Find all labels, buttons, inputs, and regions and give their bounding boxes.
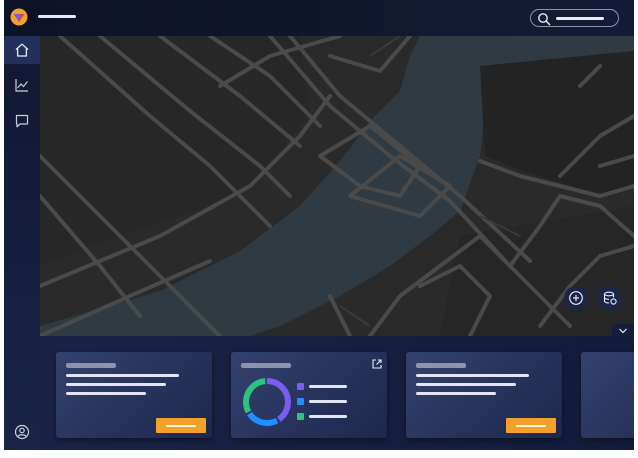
sidebar-item-profile[interactable]: [4, 418, 40, 446]
database-sync-icon: [603, 291, 617, 305]
legend-label: [309, 400, 347, 403]
add-place-button[interactable]: [564, 286, 588, 310]
card-title: [241, 363, 291, 368]
external-link-icon[interactable]: [371, 358, 383, 370]
app-logo-icon[interactable]: [10, 8, 28, 26]
card-action-button[interactable]: [156, 418, 206, 433]
sidebar-item-home[interactable]: [4, 36, 40, 64]
sidebar-item-messages[interactable]: [4, 107, 40, 135]
info-card[interactable]: [581, 352, 634, 438]
collapse-panel-button[interactable]: [612, 324, 634, 336]
app-title: [38, 15, 76, 18]
card-text-line: [66, 392, 146, 395]
card-text-line: [66, 383, 166, 386]
card-text-line: [416, 383, 516, 386]
legend-label: [309, 385, 347, 388]
card-action-button[interactable]: [506, 418, 556, 433]
chart-line-icon: [15, 79, 28, 92]
map-canvas[interactable]: [40, 36, 634, 336]
search-icon: [538, 13, 551, 26]
search-input[interactable]: [556, 17, 604, 20]
search-box[interactable]: [530, 9, 619, 27]
chevron-down-icon: [619, 328, 627, 334]
chart-card[interactable]: [231, 352, 387, 438]
top-bar: [4, 0, 634, 36]
card-title: [416, 363, 466, 368]
chat-icon: [15, 114, 29, 128]
legend-swatch: [297, 398, 304, 405]
card-title: [66, 363, 116, 368]
legend-label: [309, 415, 347, 418]
app-window: [4, 0, 634, 450]
card-text-line: [416, 374, 529, 377]
card-panel: [40, 336, 634, 450]
data-layers-button[interactable]: [598, 286, 622, 310]
legend-swatch: [297, 413, 304, 420]
plus-circle-icon: [569, 291, 583, 305]
card-text-line: [416, 392, 496, 395]
info-card[interactable]: [56, 352, 212, 438]
donut-chart: [243, 378, 291, 426]
card-text-line: [66, 374, 179, 377]
user-circle-icon: [14, 424, 30, 440]
sidebar: [4, 36, 40, 450]
legend-swatch: [297, 383, 304, 390]
map-view[interactable]: [40, 36, 634, 336]
info-card[interactable]: [406, 352, 562, 438]
home-icon: [15, 43, 29, 57]
sidebar-item-analytics[interactable]: [4, 71, 40, 99]
